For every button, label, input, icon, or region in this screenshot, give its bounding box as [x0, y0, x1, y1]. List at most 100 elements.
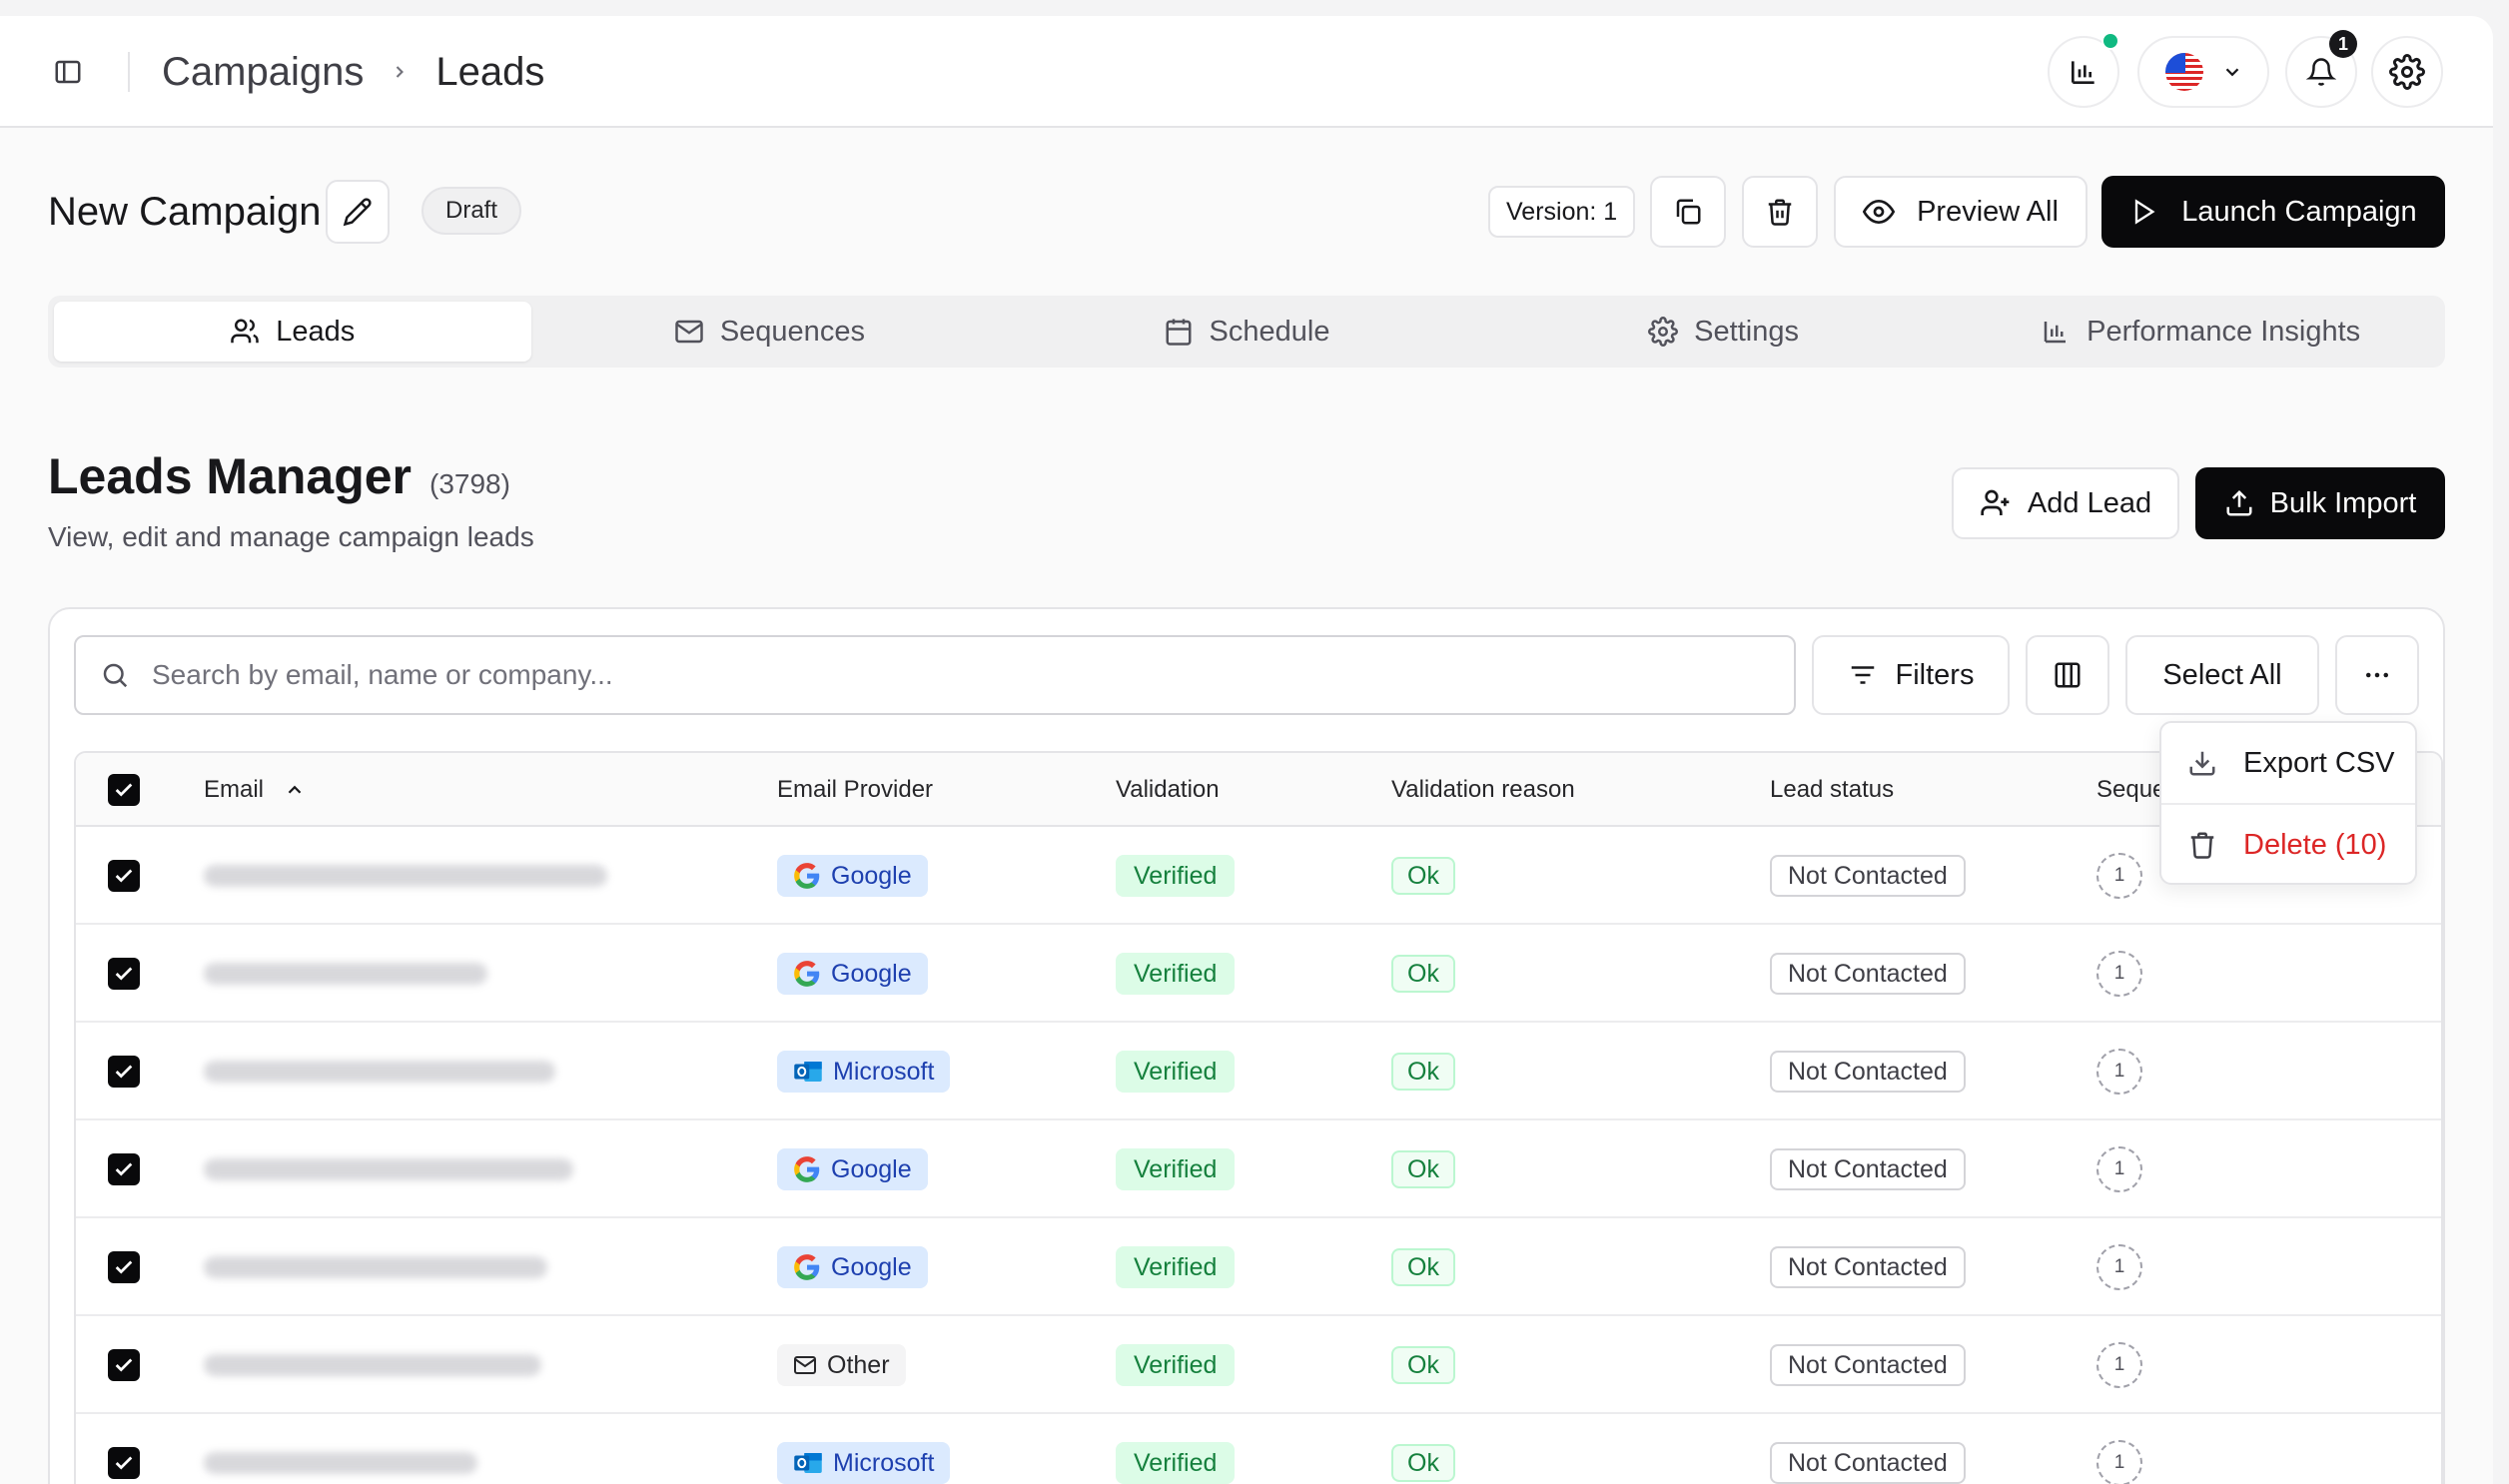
- row-checkbox-cell[interactable]: [108, 1316, 140, 1414]
- tab-label: Schedule: [1209, 315, 1330, 348]
- validation-cell: Verified: [1116, 1218, 1236, 1316]
- provider-badge: Google: [777, 953, 928, 995]
- check-icon: [115, 1162, 133, 1176]
- column-sequence[interactable]: Seque: [2096, 753, 2165, 827]
- delete-campaign-button[interactable]: [1742, 176, 1818, 248]
- check-icon: [115, 869, 133, 883]
- bulk-import-button[interactable]: Bulk Import: [2195, 467, 2445, 539]
- add-lead-button[interactable]: Add Lead: [1952, 467, 2179, 539]
- launch-campaign-button[interactable]: Launch Campaign: [2101, 176, 2445, 248]
- row-checkbox[interactable]: [108, 1447, 140, 1479]
- tab-sequences[interactable]: Sequences: [531, 302, 1009, 362]
- page-title: Leads Manager (3798): [48, 447, 510, 505]
- email-cell[interactable]: [204, 1218, 547, 1316]
- row-checkbox-cell[interactable]: [108, 1218, 140, 1316]
- validation-cell: Verified: [1116, 1023, 1236, 1120]
- lead-status-badge: Not Contacted: [1770, 1344, 1966, 1386]
- row-checkbox-cell[interactable]: [108, 827, 140, 925]
- edit-name-button[interactable]: [326, 180, 390, 244]
- row-checkbox-cell[interactable]: [108, 1414, 140, 1484]
- email-cell[interactable]: [204, 827, 607, 925]
- sequence-cell: 1: [2096, 925, 2142, 1023]
- search-input[interactable]: [152, 659, 1650, 691]
- sequence-step-badge: 1: [2096, 1342, 2142, 1388]
- sidebar-toggle-icon[interactable]: [50, 54, 86, 90]
- more-actions-menu: Export CSV Delete (10): [2159, 721, 2417, 885]
- lead-status-badge: Not Contacted: [1770, 1246, 1966, 1288]
- column-lead-status[interactable]: Lead status: [1770, 753, 1894, 827]
- tab-label: Settings: [1694, 315, 1799, 348]
- search-box[interactable]: [74, 635, 1796, 715]
- select-all-checkbox[interactable]: [108, 774, 140, 806]
- validation-reason-badge: Ok: [1391, 1150, 1455, 1188]
- email-cell[interactable]: [204, 1316, 541, 1414]
- settings-button[interactable]: [2371, 36, 2443, 108]
- provider-label: Google: [831, 1252, 912, 1281]
- lead-status-cell: Not Contacted: [1770, 1218, 1966, 1316]
- table-row[interactable]: Other Verified Ok Not Contacted 1: [76, 1316, 2441, 1414]
- leads-count: (3798): [429, 468, 510, 499]
- breadcrumb-root[interactable]: Campaigns: [162, 50, 364, 95]
- provider-badge: Google: [777, 1148, 928, 1190]
- more-actions-button[interactable]: [2335, 635, 2419, 715]
- columns-button[interactable]: [2026, 635, 2109, 715]
- redacted-email: [204, 1354, 541, 1376]
- provider-label: Microsoft: [833, 1057, 935, 1086]
- row-checkbox[interactable]: [108, 958, 140, 990]
- provider-badge: Google: [777, 1246, 928, 1288]
- redacted-email: [204, 1061, 555, 1083]
- provider-cell: Google: [777, 1218, 928, 1316]
- tab-label: Leads: [276, 315, 356, 348]
- row-checkbox[interactable]: [108, 860, 140, 892]
- language-select[interactable]: [2137, 36, 2269, 108]
- validation-reason-cell: Ok: [1391, 827, 1455, 925]
- preview-all-button[interactable]: Preview All: [1834, 176, 2088, 248]
- export-csv-menu-item[interactable]: Export CSV: [2161, 727, 2415, 799]
- redacted-email: [204, 1452, 477, 1474]
- tab-leads[interactable]: Leads: [54, 302, 531, 362]
- table-row[interactable]: Google Verified Ok Not Contacted 1: [76, 1120, 2441, 1218]
- lead-status-cell: Not Contacted: [1770, 1316, 1966, 1414]
- row-checkbox[interactable]: [108, 1349, 140, 1381]
- tab-schedule[interactable]: Schedule: [1008, 302, 1485, 362]
- row-checkbox-cell[interactable]: [108, 1120, 140, 1218]
- header-checkbox[interactable]: [108, 753, 140, 827]
- column-email-label: Email: [204, 776, 265, 803]
- row-checkbox-cell[interactable]: [108, 1023, 140, 1120]
- row-checkbox-cell[interactable]: [108, 925, 140, 1023]
- row-checkbox[interactable]: [108, 1056, 140, 1088]
- email-cell[interactable]: [204, 1414, 477, 1484]
- provider-cell: Microsoft: [777, 1414, 951, 1484]
- column-provider[interactable]: Email Provider: [777, 753, 933, 827]
- delete-menu-item[interactable]: Delete (10): [2161, 809, 2415, 881]
- table-row[interactable]: Google Verified Ok Not Contacted 1: [76, 925, 2441, 1023]
- select-all-button[interactable]: Select All: [2125, 635, 2319, 715]
- row-checkbox[interactable]: [108, 1251, 140, 1283]
- tab-performance-insights[interactable]: Performance Insights: [1962, 302, 2439, 362]
- provider-cell: Microsoft: [777, 1023, 951, 1120]
- filters-button[interactable]: Filters: [1812, 635, 2010, 715]
- mail-icon: [675, 320, 703, 344]
- column-email[interactable]: Email: [204, 753, 306, 827]
- sort-asc-icon: [288, 785, 302, 794]
- lead-status-badge: Not Contacted: [1770, 1442, 1966, 1484]
- preview-all-label: Preview All: [1917, 195, 2059, 228]
- delete-label: Delete (10): [2243, 828, 2387, 861]
- row-checkbox[interactable]: [108, 1153, 140, 1185]
- search-icon: [103, 663, 128, 688]
- email-cell[interactable]: [204, 1023, 555, 1120]
- tab-settings[interactable]: Settings: [1485, 302, 1963, 362]
- table-row[interactable]: Google Verified Ok Not Contacted 1: [76, 1218, 2441, 1316]
- column-validation-reason[interactable]: Validation reason: [1391, 753, 1575, 827]
- email-cell[interactable]: [204, 925, 487, 1023]
- gear-icon: [1648, 317, 1679, 347]
- add-lead-label: Add Lead: [2027, 486, 2152, 519]
- bulk-import-label: Bulk Import: [2269, 486, 2417, 519]
- table-row[interactable]: Microsoft Verified Ok Not Contacted 1: [76, 1414, 2441, 1484]
- email-cell[interactable]: [204, 1120, 573, 1218]
- column-validation[interactable]: Validation: [1116, 753, 1220, 827]
- duplicate-button[interactable]: [1650, 176, 1726, 248]
- table-row[interactable]: Google Verified Ok Not Contacted 1: [76, 827, 2441, 925]
- table-row[interactable]: Microsoft Verified Ok Not Contacted 1: [76, 1023, 2441, 1120]
- play-icon: [2135, 199, 2155, 225]
